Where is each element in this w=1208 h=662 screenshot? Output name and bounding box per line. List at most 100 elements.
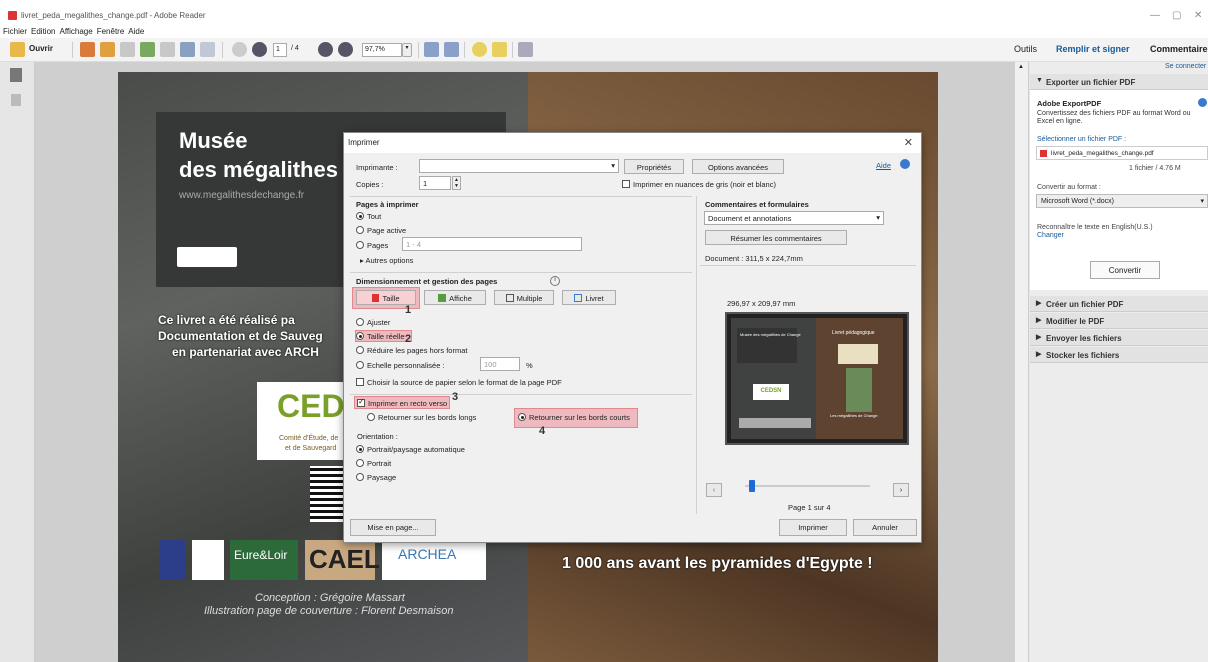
radio-button[interactable] [356,473,364,481]
save-icon[interactable] [160,42,175,57]
slider-thumb[interactable] [749,480,755,492]
print-button[interactable]: Imprimer [779,519,847,536]
radio-auto-orient[interactable]: Portrait/paysage automatique [356,445,465,454]
grayscale-checkbox[interactable] [622,180,630,188]
radio-button[interactable] [356,459,364,467]
summarize-button[interactable]: Résumer les commentaires [705,230,847,245]
help-icon[interactable] [1198,98,1207,107]
properties-button[interactable]: Propriétés [624,159,684,174]
multiple-button[interactable]: Multiple [494,290,554,305]
connect-link[interactable]: Se connecter [1165,63,1206,70]
comment-icon[interactable] [472,42,487,57]
cancel-button[interactable]: Annuler [853,519,917,536]
minimize-icon[interactable]: — [1150,10,1160,21]
print-icon[interactable] [180,42,195,57]
radio-button[interactable] [356,212,364,220]
change-link[interactable]: Changer [1037,232,1064,239]
help-link[interactable]: Aide [876,161,891,170]
comments-select[interactable]: Document et annotations ▾ [704,211,884,225]
menu-edition[interactable]: Edition [31,27,55,36]
grayscale-option[interactable]: Imprimer en nuances de gris (noir et bla… [622,180,776,189]
pages-range-input[interactable]: 1 - 4 [402,237,582,251]
copies-input[interactable]: 1 [419,176,451,190]
folder-icon[interactable] [10,42,25,57]
export-pdf-header[interactable]: ▼ Exporter un fichier PDF [1030,74,1208,90]
email-icon[interactable] [200,42,215,57]
radio-fit[interactable]: Ajuster [356,318,390,327]
scroll-up-icon[interactable]: ▲ [1018,64,1024,70]
more-options-toggle[interactable]: ▸ Autres options [360,256,413,265]
menu-fenetre[interactable]: Fenêtre [97,27,125,36]
info-icon[interactable]: i [550,276,560,286]
zoom-dropdown-icon[interactable]: ▾ [402,43,412,57]
scale-input[interactable]: 100 [480,357,520,371]
fit-page-icon[interactable] [444,42,459,57]
radio-current[interactable]: Page active [356,226,406,235]
convert-button[interactable]: Convertir [1090,261,1160,279]
menu-affichage[interactable]: Affichage [59,27,92,36]
duplex-option[interactable]: Imprimer en recto verso [357,397,447,408]
zoom-out-icon[interactable] [318,42,333,57]
share-icon[interactable] [140,42,155,57]
printer-select[interactable]: ▾ [419,159,619,173]
radio-button[interactable] [356,346,364,354]
open-button[interactable]: Ouvrir [29,44,53,59]
right-panel-scrollbar[interactable]: ▲ [1015,62,1029,662]
radio-button[interactable] [356,445,364,453]
paper-source-checkbox[interactable] [356,378,364,386]
next-page-icon[interactable] [252,42,267,57]
advanced-options-button[interactable]: Options avancées [692,159,784,174]
radio-flip-short[interactable]: Retourner sur les bords courts [518,413,630,422]
dialog-close-icon[interactable]: ✕ [904,136,913,149]
create-pdf-icon[interactable] [80,42,95,57]
booklet-button[interactable]: Livret [562,290,616,305]
radio-button[interactable] [356,332,364,340]
radio-actual-size[interactable]: Taille réelle [356,332,405,341]
edit-icon[interactable] [120,42,135,57]
file-field[interactable]: livret_peda_megalithes_change.pdf [1036,146,1208,160]
poster-button[interactable]: Affiche [424,290,486,305]
radio-pages[interactable]: Pages [356,241,388,250]
radio-flip-long[interactable]: Retourner sur les bords longs [367,413,476,422]
radio-all[interactable]: Tout [356,212,381,221]
page-number-input[interactable]: 1 [273,43,287,57]
radio-portrait[interactable]: Portrait [356,459,391,468]
attachment-icon[interactable] [11,94,21,106]
radio-button[interactable] [367,413,375,421]
menu-fichier[interactable]: Fichier [3,27,27,36]
radio-button[interactable] [356,226,364,234]
help-icon[interactable] [900,159,910,169]
page-slider[interactable] [745,485,870,487]
pages-icon[interactable] [10,68,22,82]
fit-width-icon[interactable] [424,42,439,57]
combine-icon[interactable] [100,42,115,57]
radio-landscape[interactable]: Paysage [356,473,396,482]
radio-button[interactable] [356,318,364,326]
radio-button[interactable] [356,361,364,369]
tab-remplir[interactable]: Remplir et signer [1056,44,1130,54]
prev-page-button[interactable]: ‹ [706,483,722,497]
tab-outils[interactable]: Outils [1014,44,1037,54]
close-icon[interactable]: ✕ [1194,10,1202,21]
expand-icon[interactable] [518,42,533,57]
maximize-icon[interactable]: ▢ [1172,10,1181,21]
next-page-button[interactable]: › [893,483,909,497]
copies-stepper[interactable]: ▲ ▼ [452,176,461,190]
radio-button[interactable] [356,241,364,249]
menu-aide[interactable]: Aide [128,27,144,36]
store-files-header[interactable]: ▶ Stocker les fichiers [1030,347,1208,363]
radio-button[interactable] [518,413,526,421]
prev-page-icon[interactable] [232,42,247,57]
tab-commentaire[interactable]: Commentaire [1150,44,1208,54]
page-setup-button[interactable]: Mise en page... [350,519,436,536]
format-select[interactable]: Microsoft Word (*.docx) ▾ [1036,194,1208,208]
highlight-icon[interactable] [492,42,507,57]
zoom-input[interactable]: 97,7% [362,43,402,57]
create-pdf-header[interactable]: ▶ Créer un fichier PDF [1030,296,1208,312]
modify-pdf-header[interactable]: ▶ Modifier le PDF [1030,313,1208,329]
radio-custom[interactable]: Echelle personnalisée : [356,361,445,370]
paper-source-option[interactable]: Choisir la source de papier selon le for… [356,378,562,387]
zoom-in-icon[interactable] [338,42,353,57]
send-files-header[interactable]: ▶ Envoyer les fichiers [1030,330,1208,346]
radio-shrink[interactable]: Réduire les pages hors format [356,346,467,355]
